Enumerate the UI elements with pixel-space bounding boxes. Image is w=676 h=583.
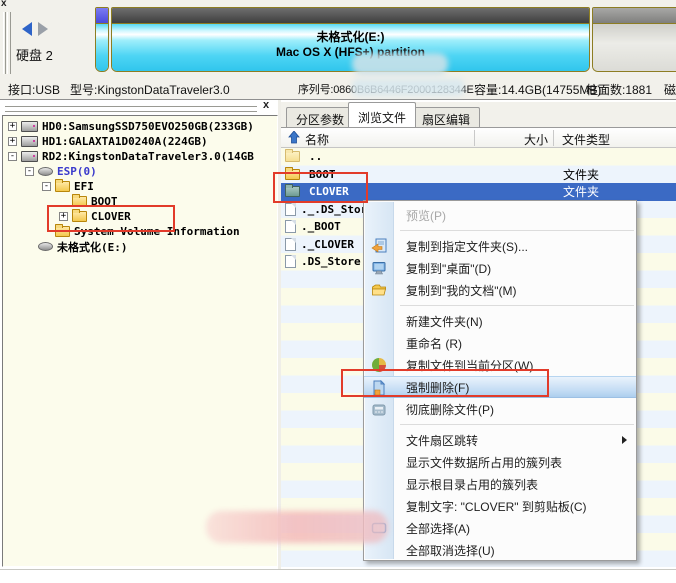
tree-label: HD1:GALAXTA1D0240A(224GB) (42, 135, 208, 148)
column-header-size[interactable]: 大小 (524, 131, 548, 148)
disk-interface: 接口:USB (8, 81, 60, 98)
tree-label: 未格式化(E:) (57, 239, 128, 255)
file-row-updir[interactable]: .. (281, 148, 676, 166)
menu-item-select-all[interactable]: 全部选择(A) (364, 517, 636, 539)
disk-model: 型号:KingstonDataTraveler3.0 (70, 81, 230, 98)
panel-grip[interactable] (5, 104, 257, 107)
disk-icon (21, 151, 38, 162)
disk-cylinders: 柱面数:1881 (586, 81, 652, 98)
disk-info-bar: 接口:USB 型号:KingstonDataTraveler3.0 序列号:08… (0, 77, 676, 100)
main-type-band (112, 8, 589, 24)
menu-item-copy-to-documents[interactable]: 复制到"我的文档"(M) (364, 279, 636, 301)
folder-icon (285, 151, 300, 162)
censor-blur-serial (352, 79, 464, 96)
censor-blur-partition (352, 53, 448, 75)
annotation-box-tree-clover (47, 205, 175, 232)
disk-info-truncated: 磁 (664, 81, 676, 98)
close-icon[interactable]: x (1, 0, 7, 9)
expander-icon[interactable]: - (8, 152, 17, 161)
expander-icon[interactable]: + (8, 137, 17, 146)
partition-block-main[interactable]: 未格式化(E:) Mac OS X (HFS+) partition (111, 7, 590, 72)
tree-item-hd1[interactable]: + HD1:GALAXTA1D0240A(224GB) (3, 134, 277, 149)
sort-ascending-icon[interactable] (288, 131, 300, 147)
tree-item-rd2[interactable]: - RD2:KingstonDataTraveler3.0(14GB (3, 149, 277, 164)
menu-item-file-sector-jump[interactable]: 文件扇区跳转 (364, 429, 636, 451)
copy-to-folder-icon (371, 238, 387, 254)
tree-item-esp[interactable]: - ESP(0) (3, 164, 277, 179)
submenu-arrow-icon (622, 436, 627, 444)
expander-icon[interactable]: - (42, 182, 51, 191)
tree-label: EFI (74, 180, 94, 193)
disk-tree-panel: + HD0:SamsungSSD750EVO250GB(233GB) + HD1… (2, 115, 278, 567)
tab-sector-edit[interactable]: 扇区编辑 (412, 107, 480, 127)
tree-item-unformatted[interactable]: 未格式化(E:) (3, 239, 277, 254)
annotation-box-force-delete (341, 369, 549, 397)
expander-icon[interactable]: - (25, 167, 34, 176)
tree-panel-header: x (2, 102, 278, 114)
tree-label: HD0:SamsungSSD750EVO250GB(233GB) (42, 120, 254, 133)
column-header-name[interactable]: 名称 (305, 131, 329, 148)
tab-bar: 分区参数 浏览文件 扇区编辑 (281, 102, 676, 128)
partition-label: 未格式化(E:) Mac OS X (HFS+) partition (112, 30, 589, 60)
menu-item-show-file-cluster-list[interactable]: 显示文件数据所占用的簇列表 (364, 451, 636, 473)
menu-item-new-folder[interactable]: 新建文件夹(N) (364, 310, 636, 332)
partition-block-free[interactable] (592, 7, 676, 72)
censor-blur-watermark (206, 511, 388, 543)
window-bottom-edge (0, 569, 676, 570)
annotation-box-file-clover (273, 172, 368, 203)
disk-capacity: 容量:14.4GB(14755MB) (474, 81, 601, 98)
forward-arrow-icon[interactable] (38, 22, 48, 36)
current-disk-label: 硬盘 2 (16, 45, 53, 64)
partition-icon (38, 167, 53, 176)
menu-item-copy-text-to-clipboard[interactable]: 复制文字: "CLOVER" 到剪贴板(C) (364, 495, 636, 517)
partition-name: 未格式化(E:) (112, 30, 589, 45)
shredder-icon (371, 401, 387, 417)
tab-browse-files[interactable]: 浏览文件 (348, 102, 416, 127)
menu-separator (400, 305, 634, 306)
panel-close-icon[interactable]: x (263, 99, 269, 111)
file-list-header: 名称 大小 文件类型 (281, 128, 676, 148)
toolbar-grip2 (7, 12, 11, 74)
menu-item-copy-to-desktop[interactable]: 复制到"桌面"(D) (364, 257, 636, 279)
esp-type-band (96, 8, 108, 24)
file-icon (285, 255, 296, 268)
tab-partition-params[interactable]: 分区参数 (286, 107, 354, 127)
documents-folder-icon (371, 282, 387, 298)
tree-item-efi[interactable]: - EFI (3, 179, 277, 194)
folder-icon (55, 181, 70, 192)
file-icon (285, 238, 296, 251)
partition-block-esp[interactable] (95, 7, 109, 72)
free-type-band (593, 8, 676, 24)
back-arrow-icon[interactable] (22, 22, 32, 36)
disk-icon (21, 136, 38, 147)
desktop-icon (371, 260, 387, 276)
partition-bar-area: x 硬盘 2 未格式化(E:) Mac OS X (HFS+) partitio… (0, 0, 676, 77)
partition-type: Mac OS X (HFS+) partition (112, 45, 589, 60)
diskgenius-window: x 硬盘 2 未格式化(E:) Mac OS X (HFS+) partitio… (0, 0, 676, 583)
menu-item-show-root-cluster-list[interactable]: 显示根目录占用的簇列表 (364, 473, 636, 495)
menu-separator (400, 424, 634, 425)
tree-label: ESP(0) (57, 165, 97, 178)
toolbar-grip[interactable] (3, 12, 6, 74)
menu-item-copy-to-specified-folder[interactable]: 复制到指定文件夹(S)... (364, 235, 636, 257)
expander-icon[interactable]: + (8, 122, 17, 131)
menu-separator (400, 230, 634, 231)
menu-item-permanently-delete[interactable]: 彻底删除文件(P) (364, 398, 636, 420)
column-header-type[interactable]: 文件类型 (562, 131, 610, 148)
menu-item-preview: 预览(P) (364, 204, 636, 226)
tree-item-hd0[interactable]: + HD0:SamsungSSD750EVO250GB(233GB) (3, 119, 277, 134)
partition-icon (38, 242, 53, 251)
menu-item-deselect-all[interactable]: 全部取消选择(U) (364, 539, 636, 561)
file-icon (285, 203, 296, 216)
tree-label: RD2:KingstonDataTraveler3.0(14GB (42, 150, 254, 163)
disk-icon (21, 121, 38, 132)
file-icon (285, 220, 296, 233)
menu-item-rename[interactable]: 重命名 (R) (364, 332, 636, 354)
